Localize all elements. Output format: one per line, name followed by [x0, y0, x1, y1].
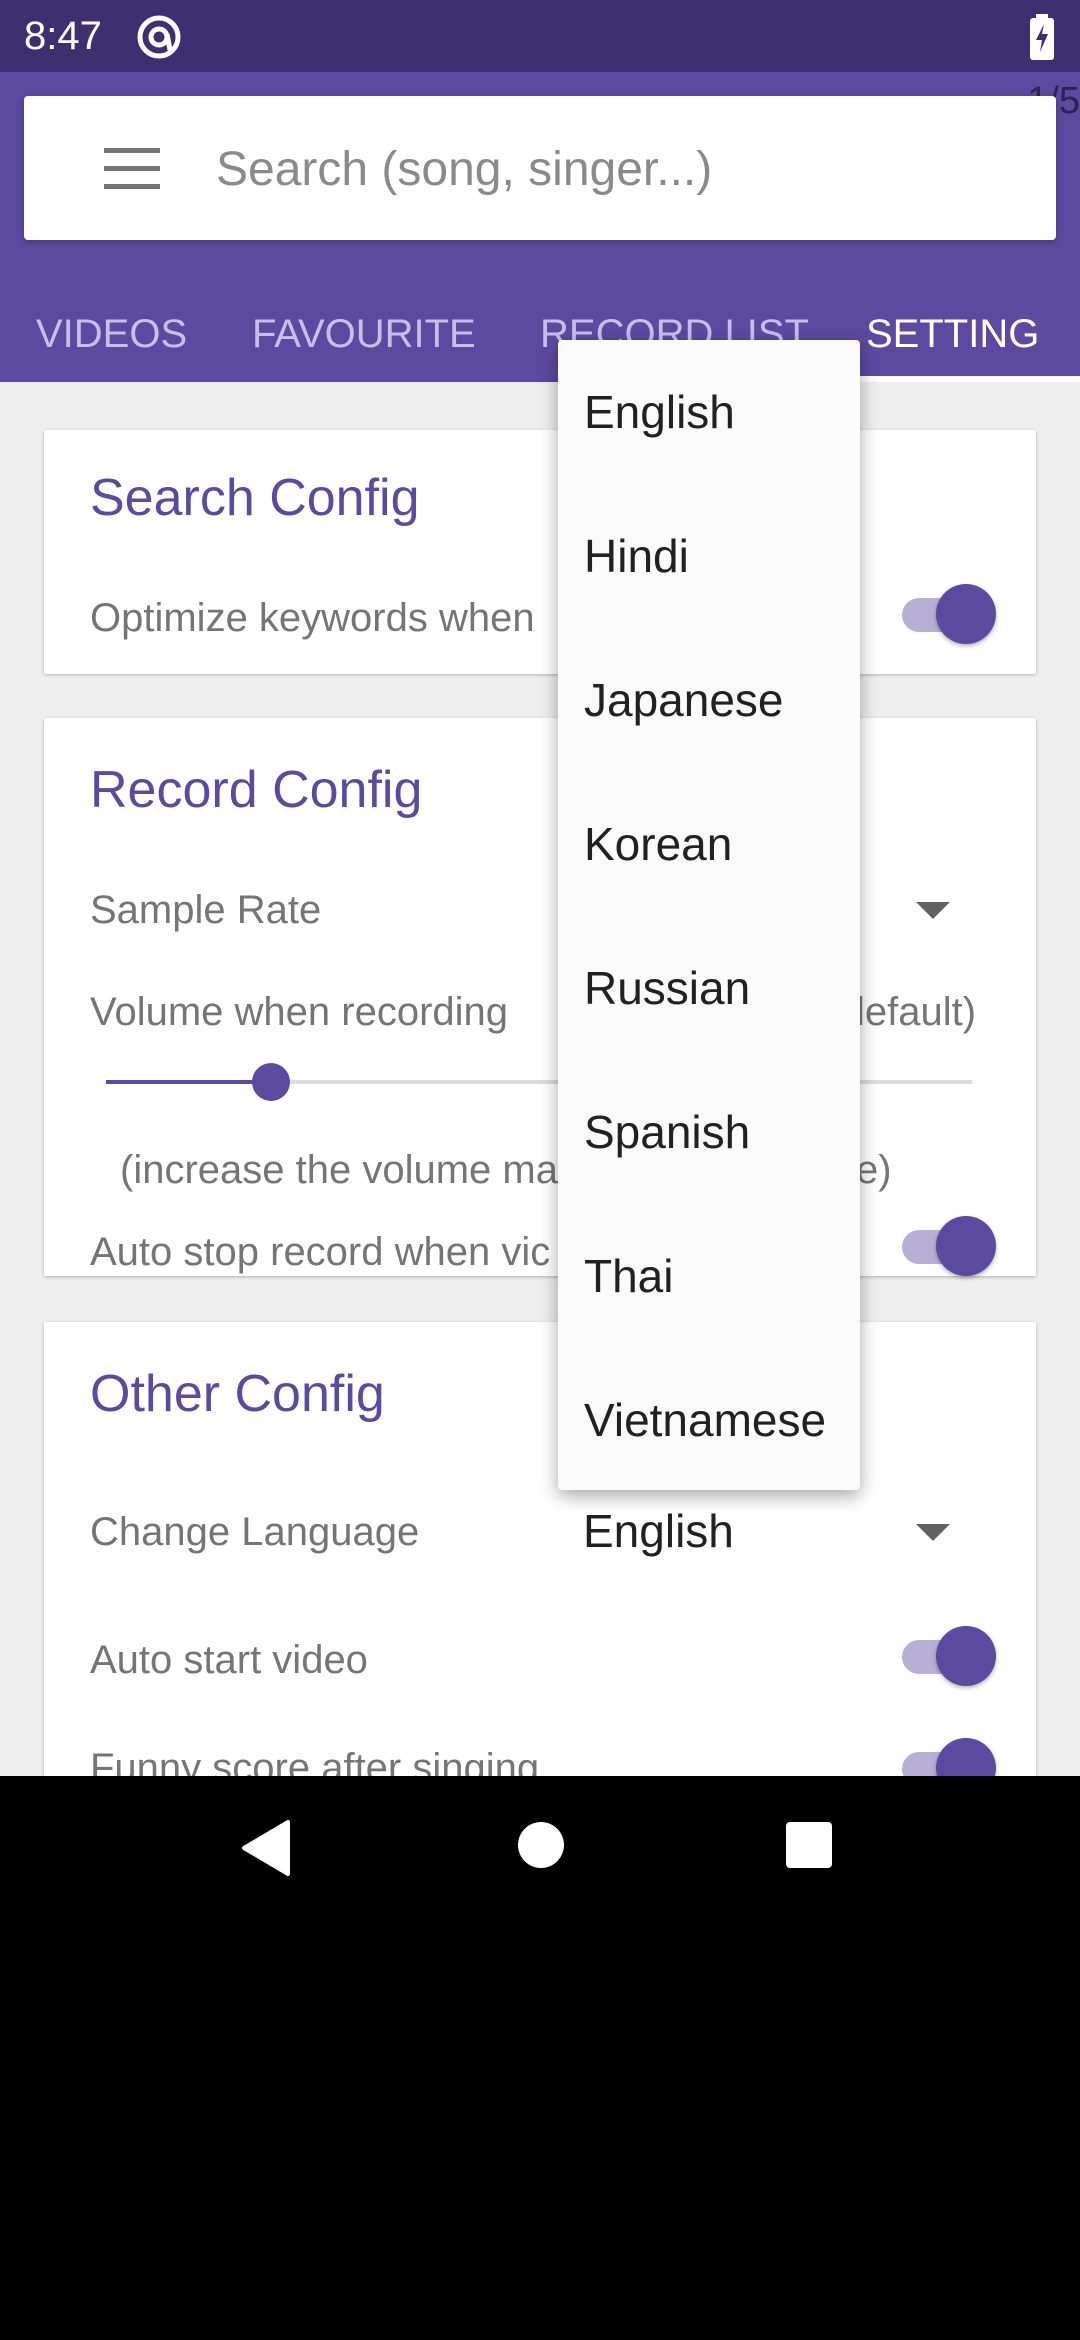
language-option-thai[interactable]: Thai	[558, 1204, 860, 1348]
back-icon[interactable]	[240, 1820, 292, 1876]
other-config-card: Other Config Change Language English Aut…	[44, 1322, 1036, 1776]
app-bar: 1/5 VIDEOS FAVOURITE RECORD LIST SETTING	[0, 72, 1080, 382]
sample-rate-dropdown-icon[interactable]	[916, 902, 950, 919]
search-config-title: Search Config	[90, 469, 420, 527]
funny-score-label: Funny score after singing	[90, 1746, 540, 1776]
recents-icon[interactable]	[786, 1822, 832, 1868]
language-option-spanish[interactable]: Spanish	[558, 1060, 860, 1204]
other-config-title: Other Config	[90, 1365, 385, 1423]
language-dropdown-menu: English Hindi Japanese Korean Russian Sp…	[558, 340, 860, 1490]
navigation-bar	[0, 1776, 1080, 1918]
tab-videos[interactable]: VIDEOS	[36, 312, 187, 357]
search-bar	[24, 96, 1056, 240]
tab-favourite[interactable]: FAVOURITE	[252, 312, 476, 357]
volume-slider-fill	[106, 1080, 271, 1084]
toggle-thumb	[936, 1738, 996, 1776]
at-sign-icon	[137, 15, 181, 59]
language-option-english[interactable]: English	[558, 340, 860, 484]
auto-start-toggle[interactable]	[896, 1622, 996, 1688]
settings-content[interactable]: Search Config Optimize keywords when Rec…	[0, 382, 1080, 1776]
volume-hint-text: (increase the volume ma	[120, 1148, 558, 1192]
language-option-japanese[interactable]: Japanese	[558, 628, 860, 772]
status-bar: 8:47	[0, 0, 1080, 72]
language-option-korean[interactable]: Korean	[558, 772, 860, 916]
language-select-value[interactable]: English	[583, 1504, 734, 1558]
language-option-russian[interactable]: Russian	[558, 916, 860, 1060]
language-option-hindi[interactable]: Hindi	[558, 484, 860, 628]
home-icon[interactable]	[518, 1822, 564, 1868]
language-option-vietnamese[interactable]: Vietnamese	[558, 1348, 860, 1492]
tab-bar: VIDEOS FAVOURITE RECORD LIST SETTING	[0, 312, 1080, 382]
search-input[interactable]	[216, 136, 1016, 202]
auto-stop-label: Auto stop record when vic	[90, 1230, 551, 1274]
volume-hint-end: e)	[856, 1148, 892, 1192]
record-config-title: Record Config	[90, 761, 423, 819]
record-config-card: Record Config Sample Rate Volume when re…	[44, 718, 1036, 1276]
change-language-label: Change Language	[90, 1510, 420, 1554]
toggle-thumb	[936, 1216, 996, 1276]
optimize-keywords-label: Optimize keywords when	[90, 596, 535, 640]
auto-stop-toggle[interactable]	[896, 1212, 996, 1278]
volume-slider-thumb[interactable]	[251, 1063, 290, 1101]
language-dropdown-icon[interactable]	[916, 1524, 950, 1541]
status-time: 8:47	[24, 14, 102, 58]
auto-start-label: Auto start video	[90, 1638, 368, 1682]
tab-setting[interactable]: SETTING	[866, 312, 1039, 357]
optimize-keywords-toggle[interactable]	[896, 580, 996, 646]
toggle-thumb	[936, 584, 996, 644]
sample-rate-label: Sample Rate	[90, 888, 322, 932]
toggle-thumb	[936, 1626, 996, 1686]
hamburger-menu-icon[interactable]	[80, 144, 180, 194]
battery-charging-icon	[1030, 14, 1054, 60]
funny-score-toggle[interactable]	[896, 1734, 996, 1776]
volume-default-text: lefault)	[856, 990, 977, 1034]
volume-label: Volume when recording	[90, 990, 509, 1034]
search-config-card: Search Config Optimize keywords when	[44, 430, 1036, 674]
